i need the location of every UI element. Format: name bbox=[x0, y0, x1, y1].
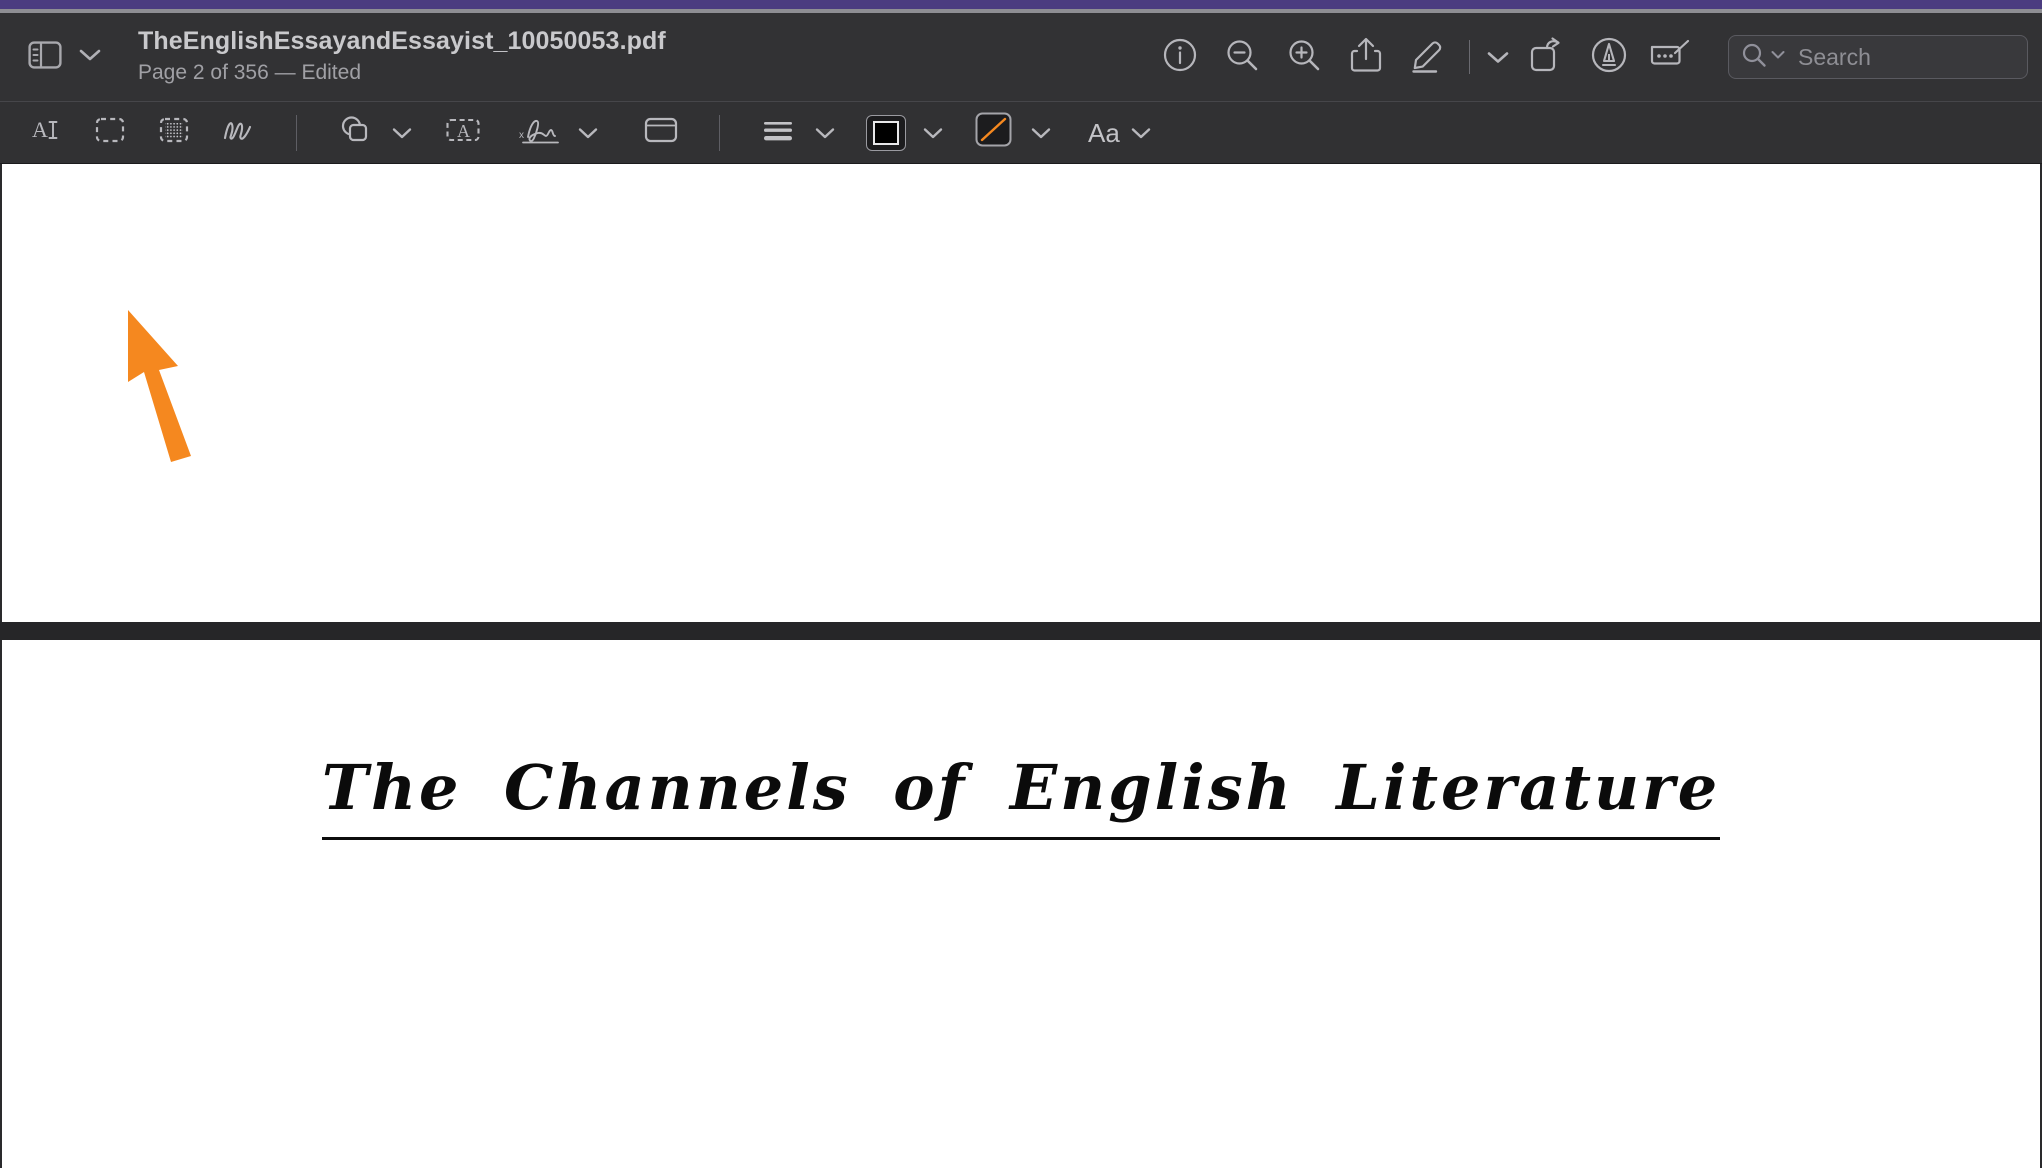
stroke-weight-tool[interactable] bbox=[746, 108, 810, 158]
signature-tool-group: x bbox=[509, 108, 603, 158]
search-chevron-down-icon[interactable] bbox=[1770, 48, 1786, 66]
markup-separator-1 bbox=[296, 114, 297, 151]
shapes-chevron-down-icon[interactable] bbox=[387, 108, 417, 158]
svg-text:x: x bbox=[519, 130, 524, 141]
pdf-page-previous[interactable] bbox=[0, 164, 2042, 622]
signature-icon: x bbox=[518, 112, 564, 153]
zoom-in-button[interactable] bbox=[1273, 28, 1335, 86]
text-selection-tool[interactable]: A bbox=[14, 108, 78, 158]
markup-button[interactable] bbox=[1397, 28, 1459, 86]
redact-icon bbox=[1648, 38, 1694, 77]
titlebar-actions bbox=[1149, 28, 1702, 86]
page-heading-underline: The Channels of English Literature bbox=[321, 751, 1721, 841]
text-box-icon: A bbox=[444, 114, 482, 151]
zoom-out-button[interactable] bbox=[1211, 28, 1273, 86]
sidebar-toggle-button[interactable] bbox=[22, 37, 108, 78]
stroke-weight-group bbox=[746, 108, 840, 158]
border-color-group bbox=[854, 108, 948, 158]
dashed-rectangle-icon bbox=[93, 113, 127, 152]
document-meta: TheEnglishEssayandEssayist_10050053.pdf … bbox=[138, 27, 666, 87]
font-style-button[interactable]: Aa bbox=[1082, 120, 1126, 146]
share-button[interactable] bbox=[1335, 28, 1397, 86]
fill-color-tool[interactable] bbox=[962, 108, 1026, 158]
fill-color-group bbox=[962, 108, 1056, 158]
text-cursor-icon: A bbox=[29, 113, 63, 152]
annotate-button[interactable] bbox=[1578, 28, 1640, 86]
info-button[interactable] bbox=[1149, 28, 1211, 86]
rotate-button[interactable] bbox=[1516, 28, 1578, 86]
sketch-tool[interactable] bbox=[206, 108, 270, 158]
document-canvas[interactable]: The Channels of English Literature bbox=[0, 164, 2042, 1168]
font-style-group: Aa bbox=[1082, 108, 1156, 158]
border-color-swatch-icon bbox=[866, 114, 906, 151]
titlebar: TheEnglishEssayandEssayist_10050053.pdf … bbox=[0, 13, 2042, 102]
text-tool[interactable]: A bbox=[431, 108, 495, 158]
font-style-chevron-down-icon[interactable] bbox=[1126, 108, 1156, 158]
window-accent-strip bbox=[0, 0, 2042, 9]
share-upload-icon bbox=[1348, 35, 1384, 80]
markup-toolbar: A A x Aa bbox=[0, 102, 2042, 164]
border-color-swatch-inner bbox=[873, 120, 899, 145]
pencil-markup-icon bbox=[1408, 36, 1448, 79]
info-circle-icon bbox=[1162, 37, 1198, 78]
sketch-squiggle-icon bbox=[220, 113, 256, 152]
stroke-weight-icon bbox=[760, 115, 796, 150]
note-tool[interactable] bbox=[629, 108, 693, 158]
shapes-tool[interactable] bbox=[323, 108, 387, 158]
document-title[interactable]: TheEnglishEssayandEssayist_10050053.pdf bbox=[138, 27, 666, 56]
signature-tool[interactable]: x bbox=[509, 108, 573, 158]
border-color-chevron-down-icon[interactable] bbox=[918, 108, 948, 158]
search-icon[interactable] bbox=[1741, 42, 1767, 73]
markup-separator-2 bbox=[719, 114, 720, 151]
magnifier-minus-icon bbox=[1224, 37, 1260, 78]
magnifier-plus-icon bbox=[1286, 37, 1322, 78]
page-divider bbox=[0, 622, 2042, 640]
pen-circle-icon bbox=[1589, 35, 1629, 80]
document-subtitle: Page 2 of 356 — Edited bbox=[138, 60, 361, 84]
sidebar-icon bbox=[28, 40, 62, 74]
svg-text:A: A bbox=[32, 117, 48, 142]
border-color-tool[interactable] bbox=[854, 108, 918, 158]
signature-chevron-down-icon[interactable] bbox=[573, 108, 603, 158]
search-field[interactable]: Search bbox=[1728, 35, 2028, 79]
shapes-icon bbox=[337, 113, 373, 152]
pdf-page-current[interactable]: The Channels of English Literature bbox=[0, 640, 2042, 1168]
shapes-tool-group bbox=[323, 108, 417, 158]
redact-button[interactable] bbox=[1640, 28, 1702, 86]
svg-text:A: A bbox=[457, 121, 470, 141]
fill-none-swatch-icon bbox=[973, 111, 1015, 154]
sidebar-chevron-down-icon[interactable] bbox=[78, 47, 102, 68]
rotate-left-icon bbox=[1527, 36, 1567, 79]
preview-window: TheEnglishEssayandEssayist_10050053.pdf … bbox=[0, 0, 2042, 1168]
stroke-weight-chevron-down-icon[interactable] bbox=[810, 108, 840, 158]
rectangular-selection-tool[interactable] bbox=[78, 108, 142, 158]
page-heading-text: The Channels of English Literature bbox=[321, 751, 1721, 824]
instant-alpha-icon bbox=[157, 113, 191, 152]
fill-color-chevron-down-icon[interactable] bbox=[1026, 108, 1056, 158]
note-icon bbox=[642, 114, 680, 151]
markup-options-chevron-down-icon[interactable] bbox=[1480, 28, 1516, 86]
titlebar-separator bbox=[1469, 40, 1470, 74]
page-heading-block: The Channels of English Literature bbox=[2, 751, 2040, 841]
instant-alpha-tool[interactable] bbox=[142, 108, 206, 158]
search-placeholder: Search bbox=[1798, 43, 1871, 70]
